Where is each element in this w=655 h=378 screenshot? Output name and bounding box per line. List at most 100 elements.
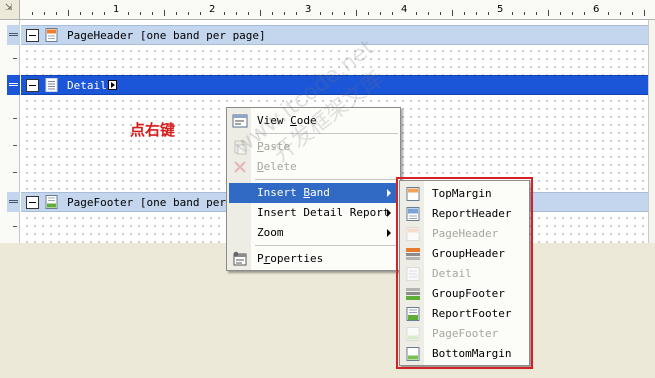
submenu-item-label: BottomMargin [432, 347, 512, 360]
menu-item-insert-detail-report[interactable]: Insert Detail Report [229, 203, 398, 223]
ruler-tick [296, 12, 297, 15]
submenu-item-group-header[interactable]: GroupHeader [402, 244, 527, 264]
ruler-tick [92, 12, 93, 15]
ruler-tick [488, 12, 489, 15]
ruler-tick [464, 12, 465, 15]
submenu-item-group-footer[interactable]: GroupFooter [402, 284, 527, 304]
submenu-item-label: GroupHeader [432, 247, 505, 260]
ruler-tick [344, 12, 345, 15]
submenu-item-report-footer[interactable]: ReportFooter [402, 304, 527, 324]
menu-item-properties[interactable]: Properties [229, 249, 398, 269]
smart-tag-button[interactable] [108, 80, 117, 90]
ruler-tick [272, 12, 273, 15]
detail-icon [406, 267, 420, 281]
ruler-tick [632, 12, 633, 15]
collapse-button[interactable] [26, 29, 39, 42]
band-header-page-header[interactable]: PageHeader [one band per page] [21, 25, 655, 45]
report-footer-icon [406, 307, 420, 321]
ruler-tick [548, 10, 549, 16]
page-footer-band-icon [45, 195, 58, 209]
ruler-tick [224, 12, 225, 15]
band-marker-page-footer [7, 192, 20, 212]
bottom-margin-icon [406, 347, 420, 361]
ruler-tick [260, 10, 261, 16]
ruler-tick [608, 12, 609, 15]
ruler-corner-icon: ⇲ [5, 3, 13, 13]
ruler-tick [392, 12, 393, 15]
ruler-tick [140, 12, 141, 15]
annotation-text: 点右键 [130, 121, 176, 139]
ruler-number: 4 [401, 4, 408, 15]
ruler-tick [524, 12, 525, 15]
submenu-item-page-footer[interactable]: PageFooter [402, 324, 527, 344]
submenu-item-report-header[interactable]: ReportHeader [402, 204, 527, 224]
menu-item-zoom[interactable]: Zoom [229, 223, 398, 243]
menu-item-label: Insert Band [257, 186, 330, 199]
menu-item-delete[interactable]: Delete [229, 157, 398, 177]
menu-item-label: Zoom [257, 226, 284, 239]
ruler-tick [584, 12, 585, 15]
ruler-tick [128, 12, 129, 15]
submenu-item-label: PageFooter [432, 327, 499, 340]
submenu-item-label: ReportFooter [432, 307, 512, 320]
ruler-tick [428, 12, 429, 15]
ruler-tick [416, 12, 417, 15]
submenu-arrow-icon [387, 209, 391, 217]
ruler-tick [620, 12, 621, 15]
ruler-tick [176, 12, 177, 15]
menu-item-insert-band[interactable]: Insert Band [229, 183, 398, 203]
ruler-tick [284, 12, 285, 15]
menu-item-label: Properties [257, 252, 324, 265]
submenu-item-label: Detail [432, 267, 472, 280]
submenu-item-top-margin[interactable]: TopMargin [402, 184, 527, 204]
menu-item-label: Insert Detail Report [257, 206, 390, 219]
ruler-number: 5 [497, 4, 504, 15]
ruler-tick [536, 12, 537, 15]
ruler-tick [320, 12, 321, 15]
ruler-tick [236, 12, 237, 15]
ruler-tick [200, 12, 201, 15]
ruler-number: 1 [113, 4, 120, 15]
submenu-item-label: ReportHeader [432, 207, 512, 220]
paste-icon [234, 140, 247, 155]
ruler-tick [644, 10, 645, 16]
menu-item-paste[interactable]: Paste [229, 137, 398, 157]
ruler-tick [68, 10, 69, 16]
ruler-tick [248, 12, 249, 15]
submenu-item-detail[interactable]: Detail [402, 264, 527, 284]
ruler-tick [32, 12, 33, 15]
top-margin-icon [406, 187, 420, 201]
ruler-tick [572, 12, 573, 15]
submenu-arrow-icon [387, 229, 391, 237]
ruler-tick [368, 12, 369, 15]
collapse-button[interactable] [26, 196, 39, 209]
group-footer-icon [406, 288, 420, 300]
menu-item-label: Delete [257, 160, 297, 173]
ruler-tick [152, 12, 153, 15]
submenu-item-label: GroupFooter [432, 287, 505, 300]
ruler-tick [440, 12, 441, 15]
ruler-tick [380, 12, 381, 15]
vertical-scrollbar[interactable] [648, 20, 655, 243]
submenu-item-bottom-margin[interactable]: BottomMargin [402, 344, 527, 364]
menu-item-view-code[interactable]: View Code [229, 111, 398, 131]
submenu-item-page-header[interactable]: PageHeader [402, 224, 527, 244]
ruler-tick [44, 12, 45, 15]
ruler-number: 3 [305, 4, 312, 15]
horizontal-ruler: 1 2 3 4 5 6 [20, 0, 655, 20]
band-header-detail[interactable]: Detail [21, 75, 655, 95]
ruler-number: 6 [593, 4, 600, 15]
ruler-tick [476, 12, 477, 15]
ruler-tick [560, 12, 561, 15]
view-code-icon [232, 114, 248, 128]
page-footer-icon [406, 327, 420, 341]
submenu-arrow-icon [387, 189, 391, 197]
ruler-tick [512, 12, 513, 15]
ruler-tick [56, 12, 57, 15]
ruler-tick [332, 12, 333, 15]
report-header-icon [406, 207, 420, 221]
band-body-page-header[interactable] [21, 45, 655, 75]
band-title: PageHeader [one band per page] [67, 29, 266, 42]
context-menu: View Code Paste Delete Insert Band Inser… [226, 107, 401, 271]
collapse-button[interactable] [26, 79, 39, 92]
